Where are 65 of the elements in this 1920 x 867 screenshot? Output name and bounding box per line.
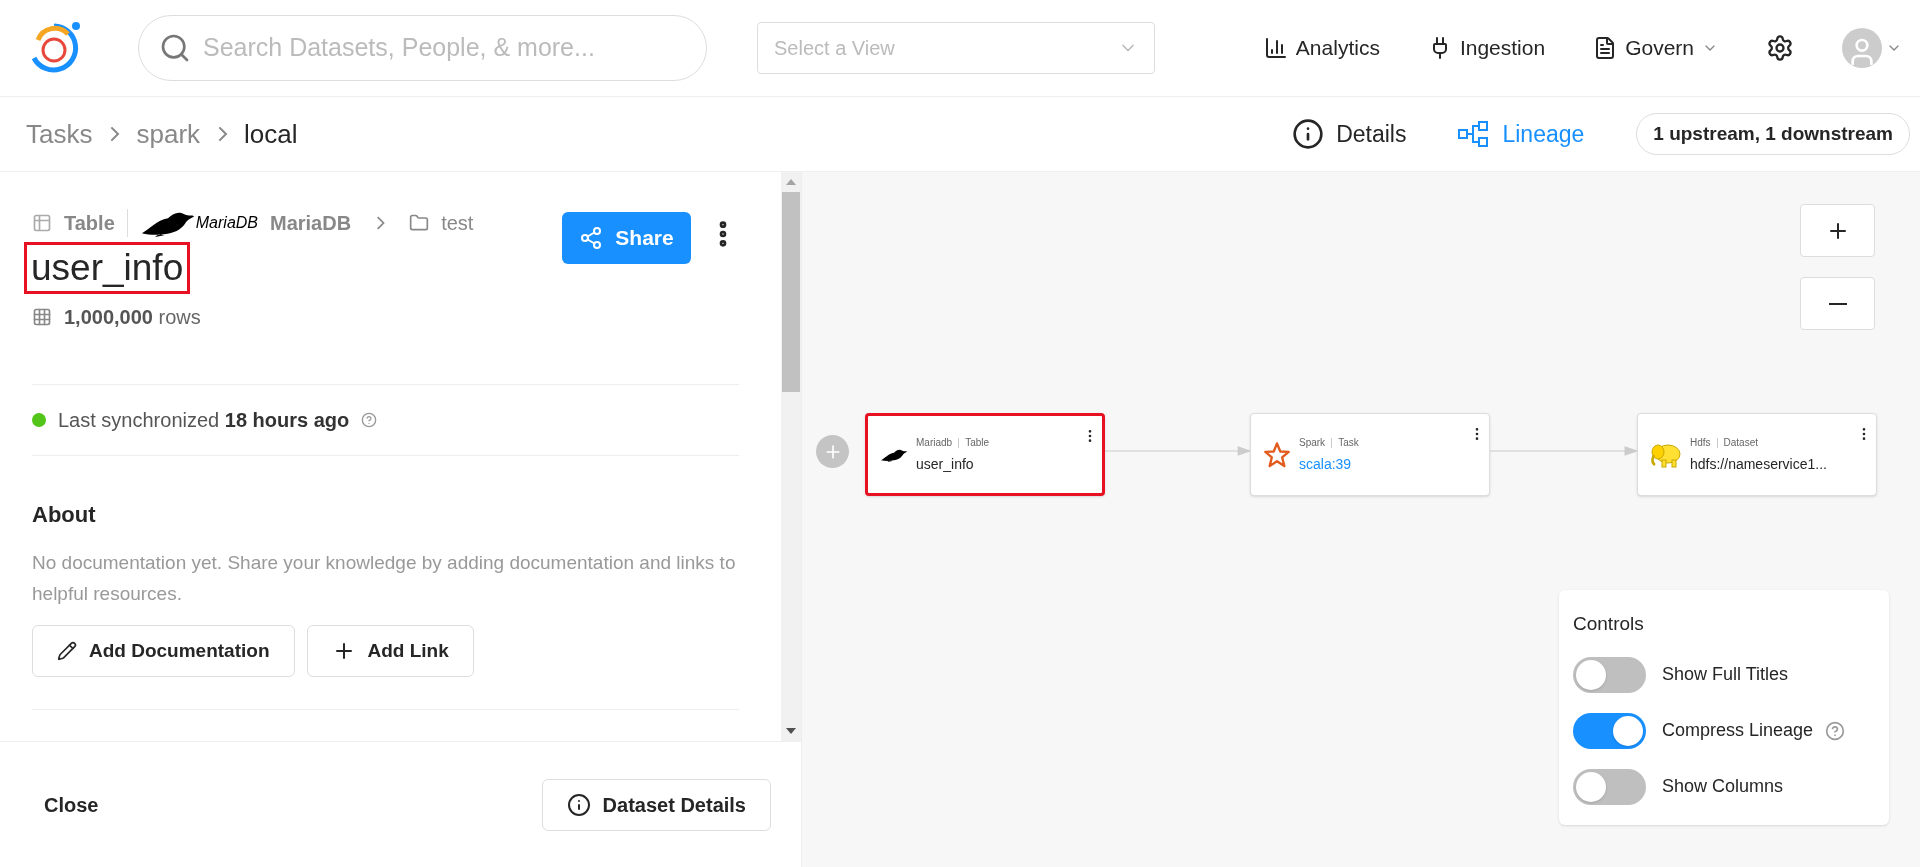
scroll-down-icon[interactable]: [785, 727, 797, 735]
sync-status: Last synchronized 18 hours ago: [58, 408, 350, 434]
view-tab[interactable]: Details: [1292, 116, 1407, 152]
scrollbar-thumb[interactable]: [782, 192, 800, 392]
node-type: Task: [1338, 436, 1359, 450]
avatar[interactable]: [1842, 28, 1882, 68]
row-count: 1,000,000 rows: [64, 305, 201, 331]
toggle-switch[interactable]: [1573, 712, 1646, 749]
breadcrumb-link[interactable]: spark: [136, 114, 201, 154]
dataset-details-button[interactable]: Dataset Details: [541, 778, 771, 831]
node-platform: Spark: [1299, 436, 1326, 450]
minus-icon: [1828, 302, 1847, 305]
search-icon: [159, 32, 191, 64]
action-button[interactable]: Add Documentation: [32, 625, 295, 678]
chevron-right-icon: [375, 216, 386, 230]
node-type: Dataset: [1723, 436, 1759, 450]
toggle-switch[interactable]: [1573, 656, 1646, 693]
grid-icon: [32, 307, 52, 328]
view-select-placeholder: Select a View: [774, 36, 895, 61]
info-icon: [566, 792, 591, 817]
node-platform: Hdfs: [1690, 436, 1711, 450]
breadcrumb-link[interactable]: local: [244, 114, 298, 154]
nav-link[interactable]: Ingestion: [1427, 32, 1546, 64]
pencil-icon: [57, 641, 77, 662]
toggle-label: Compress Lineage: [1662, 717, 1846, 744]
lineage-node[interactable]: Mariadb Table user_info: [865, 413, 1105, 496]
expand-button[interactable]: [816, 435, 849, 468]
toggle-label: Show Columns: [1662, 775, 1784, 798]
lineage-node[interactable]: Spark Task scala:39: [1250, 413, 1490, 496]
zoom-in-button[interactable]: [1800, 204, 1875, 257]
controls-title: Controls: [1573, 612, 1645, 636]
toggle-switch[interactable]: [1573, 768, 1646, 805]
node-type: Table: [965, 436, 990, 450]
scroll-up-icon[interactable]: [785, 178, 797, 186]
action-button[interactable]: Add Link: [306, 625, 474, 678]
section-title: About: [32, 501, 97, 530]
entity-type: Table: [64, 211, 115, 236]
mariadb-logo: MariaDB: [139, 209, 258, 237]
about-text: No documentation yet. Share your knowledge by adding documentation and links to helpful resources.: [32, 551, 737, 607]
lineage-node[interactable]: Hdfs Dataset hdfs://nameservice1...: [1637, 413, 1877, 496]
nav-link[interactable]: Govern: [1593, 32, 1718, 64]
chart-icon: [1263, 36, 1288, 60]
table-icon: [32, 213, 52, 233]
search-input[interactable]: Search Datasets, People, & more...: [203, 29, 686, 67]
zoom-out-button[interactable]: [1800, 277, 1875, 330]
platform-name: MariaDB: [270, 211, 352, 236]
nav-link[interactable]: Analytics: [1263, 32, 1380, 64]
folder-icon: [409, 213, 430, 233]
share-icon: [579, 226, 604, 250]
container-name: test: [441, 211, 474, 236]
node-name: hdfs://nameservice1...: [1690, 455, 1827, 474]
help-icon: [361, 412, 378, 429]
entity-title: user_info: [24, 242, 191, 295]
node-platform: Mariadb: [916, 436, 953, 450]
node-name: user_info: [916, 455, 974, 474]
star-icon: [1263, 440, 1291, 469]
help-icon: [1825, 720, 1846, 741]
chevron-right-icon: [216, 126, 229, 142]
breadcrumb-link[interactable]: Tasks: [26, 114, 93, 154]
info-icon: [1292, 118, 1325, 150]
lineage-icon: [1458, 120, 1491, 148]
chevron-right-icon: [108, 126, 121, 142]
settings-icon[interactable]: [1766, 34, 1794, 62]
close-button[interactable]: Close: [44, 789, 99, 820]
toggle-label: Show Full Titles: [1662, 663, 1789, 686]
